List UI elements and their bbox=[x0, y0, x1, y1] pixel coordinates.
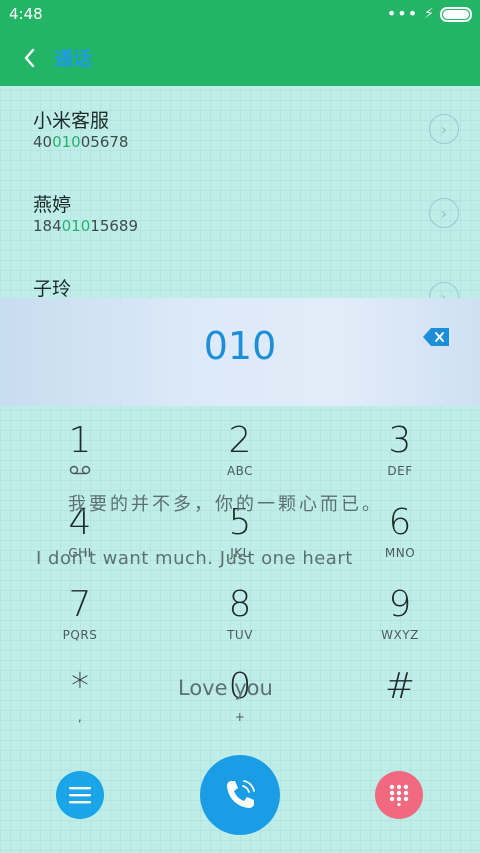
status-bar: 4:48 ••• ⚡ bbox=[0, 0, 480, 30]
charging-icon: ⚡ bbox=[424, 6, 434, 22]
key-4[interactable]: 4 GHI bbox=[0, 488, 160, 570]
voicemail-icon bbox=[0, 464, 160, 478]
dial-keypad: 1 2 ABC 3 DEF 4 GHI 5 JKL 6 MNO 7 PQRS 8… bbox=[0, 406, 480, 736]
battery-icon bbox=[440, 6, 472, 22]
page-title: 通话 bbox=[54, 48, 93, 70]
key-star[interactable]: * , bbox=[0, 652, 160, 734]
menu-icon bbox=[69, 787, 91, 804]
status-time: 4:48 bbox=[9, 5, 43, 23]
dial-display: 010 bbox=[0, 298, 480, 406]
key-0[interactable]: 0 + bbox=[160, 652, 320, 734]
contact-name: 子玲 bbox=[33, 278, 72, 300]
phone-icon bbox=[227, 780, 255, 808]
dialpad-toggle-button[interactable] bbox=[375, 771, 423, 819]
chevron-right-icon[interactable]: › bbox=[429, 198, 459, 228]
key-1[interactable]: 1 bbox=[0, 406, 160, 488]
chevron-left-icon[interactable] bbox=[18, 44, 46, 72]
key-8[interactable]: 8 TUV bbox=[160, 570, 320, 652]
status-icons: ••• ⚡ bbox=[387, 6, 472, 22]
contact-name: 小米客服 bbox=[33, 110, 110, 132]
dialer-actions bbox=[0, 740, 480, 853]
dialpad-icon bbox=[389, 784, 409, 806]
key-hash[interactable]: # bbox=[320, 652, 480, 734]
key-5[interactable]: 5 JKL bbox=[160, 488, 320, 570]
app-bar: 通话 bbox=[0, 30, 480, 86]
backspace-icon[interactable] bbox=[423, 328, 449, 346]
contact-row[interactable]: 燕婷 18401015689 › bbox=[0, 170, 480, 254]
menu-button[interactable] bbox=[56, 771, 104, 819]
key-6[interactable]: 6 MNO bbox=[320, 488, 480, 570]
call-button[interactable] bbox=[200, 755, 280, 835]
contact-number: 4001005678 bbox=[33, 133, 129, 151]
dialed-number: 010 bbox=[203, 324, 277, 368]
key-2[interactable]: 2 ABC bbox=[160, 406, 320, 488]
contact-row[interactable]: 小米客服 4001005678 › bbox=[0, 86, 480, 170]
key-7[interactable]: 7 PQRS bbox=[0, 570, 160, 652]
matched-digits: 010 bbox=[52, 133, 81, 151]
more-notifications-icon: ••• bbox=[386, 4, 419, 23]
contact-number: 18401015689 bbox=[33, 217, 138, 235]
contact-name: 燕婷 bbox=[33, 194, 72, 216]
key-3[interactable]: 3 DEF bbox=[320, 406, 480, 488]
key-9[interactable]: 9 WXYZ bbox=[320, 570, 480, 652]
matched-digits: 010 bbox=[61, 217, 91, 235]
chevron-right-icon[interactable]: › bbox=[429, 114, 459, 144]
